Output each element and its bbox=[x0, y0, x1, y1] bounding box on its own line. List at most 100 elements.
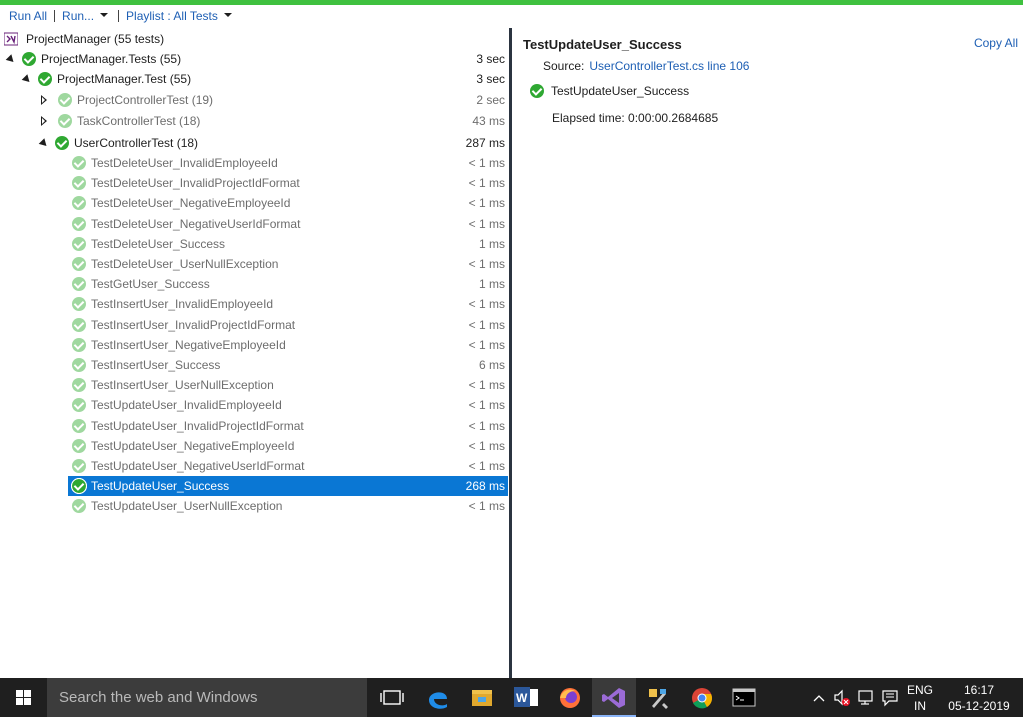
detail-source: Source: UserControllerTest.cs line 106 bbox=[543, 59, 749, 73]
passed-icon bbox=[72, 318, 86, 332]
tree-item-namespace[interactable]: ProjectManager.Test (55) 3 sec bbox=[0, 69, 510, 89]
test-row[interactable]: TestDeleteUser_InvalidProjectIdFormat < … bbox=[0, 173, 510, 193]
expanded-arrow-icon[interactable] bbox=[38, 137, 50, 149]
clock-date[interactable]: 05-12-2019 bbox=[944, 699, 1014, 713]
edge-icon[interactable] bbox=[416, 678, 460, 717]
test-row[interactable]: TestDeleteUser_InvalidEmployeeId < 1 ms bbox=[0, 153, 510, 173]
test-row[interactable]: TestDeleteUser_UserNullException < 1 ms bbox=[0, 254, 510, 274]
passed-icon bbox=[72, 439, 86, 453]
passed-icon bbox=[72, 277, 86, 291]
test-duration: < 1 ms bbox=[468, 439, 505, 453]
test-tree: ProjectManager (55 tests) ProjectManager… bbox=[0, 28, 510, 678]
test-duration: 1 ms bbox=[478, 237, 505, 251]
test-row[interactable]: TestDeleteUser_NegativeEmployeeId < 1 ms bbox=[0, 193, 510, 213]
tree-item-project[interactable]: ProjectManager.Tests (55) 3 sec bbox=[0, 49, 510, 69]
test-detail-pane: TestUpdateUser_Success Copy All Source: U… bbox=[512, 28, 1023, 678]
passed-icon bbox=[72, 338, 86, 352]
test-row[interactable]: TestUpdateUser_InvalidEmployeeId < 1 ms bbox=[0, 395, 510, 415]
file-explorer-icon[interactable] bbox=[460, 678, 504, 717]
test-name: TestGetUser_Success bbox=[91, 277, 210, 291]
test-row[interactable]: TestUpdateUser_NegativeEmployeeId < 1 ms bbox=[0, 436, 510, 456]
source-label: Source: bbox=[543, 59, 585, 73]
test-duration: < 1 ms bbox=[468, 398, 505, 412]
playlist-link[interactable]: Playlist : All Tests bbox=[126, 9, 218, 23]
taskbar-search-box[interactable]: Search the web and Windows bbox=[47, 678, 367, 717]
expanded-arrow-icon[interactable] bbox=[21, 73, 33, 85]
test-row[interactable]: TestInsertUser_InvalidProjectIdFormat < … bbox=[0, 315, 510, 335]
test-name: TestUpdateUser_NegativeUserIdFormat bbox=[91, 459, 305, 473]
tree-item-label: ProjectManager.Test (55) bbox=[57, 72, 192, 86]
test-name: TestUpdateUser_InvalidEmployeeId bbox=[91, 398, 282, 412]
test-row[interactable]: TestUpdateUser_NegativeUserIdFormat < 1 … bbox=[0, 456, 510, 476]
start-button[interactable] bbox=[0, 678, 47, 717]
toolbar-separator bbox=[54, 10, 56, 22]
test-row[interactable]: TestInsertUser_InvalidEmployeeId < 1 ms bbox=[0, 294, 510, 314]
test-row-selected[interactable]: TestUpdateUser_Success 268 ms bbox=[0, 476, 510, 496]
test-name: TestDeleteUser_NegativeEmployeeId bbox=[91, 196, 291, 210]
test-row[interactable]: TestUpdateUser_UserNullException < 1 ms bbox=[0, 496, 510, 516]
tree-root-label: ProjectManager (55 tests) bbox=[26, 32, 165, 46]
collapsed-arrow-icon[interactable] bbox=[41, 116, 49, 126]
tree-item-class[interactable]: ProjectControllerTest (19) 2 sec bbox=[0, 90, 510, 110]
passed-icon bbox=[72, 257, 86, 271]
toolbar-separator bbox=[118, 10, 120, 22]
test-name: TestInsertUser_InvalidEmployeeId bbox=[91, 297, 274, 311]
tree-item-class[interactable]: TaskControllerTest (18) 43 ms bbox=[0, 111, 510, 131]
test-name: TestDeleteUser_Success bbox=[91, 237, 226, 251]
test-name: TestInsertUser_Success bbox=[91, 358, 221, 372]
passed-icon bbox=[38, 72, 52, 86]
test-duration: < 1 ms bbox=[468, 156, 505, 170]
copy-all-link[interactable]: Copy All bbox=[974, 36, 1018, 50]
chrome-icon[interactable] bbox=[680, 678, 724, 717]
passed-icon bbox=[72, 358, 86, 372]
test-name: TestInsertUser_InvalidProjectIdFormat bbox=[91, 318, 296, 332]
test-row[interactable]: TestUpdateUser_InvalidProjectIdFormat < … bbox=[0, 416, 510, 436]
passed-icon bbox=[72, 156, 86, 170]
run-all-link[interactable]: Run All bbox=[9, 9, 47, 23]
tree-root[interactable]: ProjectManager (55 tests) bbox=[0, 29, 510, 49]
tree-item-class[interactable]: UserControllerTest (18) 287 ms bbox=[0, 133, 510, 153]
test-row[interactable]: TestInsertUser_Success 6 ms bbox=[0, 355, 510, 375]
firefox-icon[interactable] bbox=[548, 678, 592, 717]
command-prompt-icon[interactable] bbox=[722, 678, 766, 717]
run-dropdown[interactable]: Run... bbox=[62, 9, 109, 23]
test-row[interactable]: TestGetUser_Success 1 ms bbox=[0, 274, 510, 294]
show-hidden-icons-chevron-icon[interactable] bbox=[810, 678, 828, 717]
passed-icon bbox=[72, 378, 86, 392]
test-name: TestDeleteUser_InvalidEmployeeId bbox=[91, 156, 278, 170]
passed-icon bbox=[72, 196, 86, 210]
task-view-icon[interactable] bbox=[370, 678, 414, 717]
test-duration: < 1 ms bbox=[468, 297, 505, 311]
playlist-dropdown[interactable]: Playlist : All Tests bbox=[126, 9, 232, 23]
word-icon[interactable]: W bbox=[504, 678, 548, 717]
collapsed-arrow-icon[interactable] bbox=[41, 95, 49, 105]
clock-time[interactable]: 16:17 bbox=[944, 683, 1014, 697]
svg-text:W: W bbox=[516, 691, 528, 705]
volume-muted-icon[interactable] bbox=[832, 678, 852, 717]
passed-icon bbox=[72, 297, 86, 311]
input-language-bottom[interactable]: IN bbox=[904, 699, 936, 713]
test-duration: 6 ms bbox=[478, 358, 505, 372]
source-link[interactable]: UserControllerTest.cs line 106 bbox=[589, 59, 749, 73]
detail-title: TestUpdateUser_Success bbox=[523, 37, 682, 52]
passed-icon bbox=[55, 136, 69, 150]
test-row[interactable]: TestDeleteUser_NegativeUserIdFormat < 1 … bbox=[0, 214, 510, 234]
visual-studio-icon[interactable] bbox=[592, 678, 636, 717]
passed-icon bbox=[72, 419, 86, 433]
tree-item-duration: 3 sec bbox=[476, 52, 505, 66]
expanded-arrow-icon[interactable] bbox=[5, 53, 17, 65]
input-language-top[interactable]: ENG bbox=[904, 683, 936, 697]
action-center-icon[interactable] bbox=[880, 678, 900, 717]
passed-icon bbox=[72, 217, 86, 231]
title-accent-strip bbox=[0, 0, 1023, 5]
run-link[interactable]: Run... bbox=[62, 9, 94, 23]
network-icon[interactable] bbox=[856, 678, 876, 717]
test-row[interactable]: TestInsertUser_UserNullException < 1 ms bbox=[0, 375, 510, 395]
passed-icon bbox=[71, 478, 87, 494]
passed-icon bbox=[72, 459, 86, 473]
tree-item-label: UserControllerTest (18) bbox=[74, 136, 199, 150]
test-row[interactable]: TestDeleteUser_Success 1 ms bbox=[0, 234, 510, 254]
test-duration: < 1 ms bbox=[468, 257, 505, 271]
tools-icon[interactable] bbox=[636, 678, 680, 717]
test-row[interactable]: TestInsertUser_NegativeEmployeeId < 1 ms bbox=[0, 335, 510, 355]
